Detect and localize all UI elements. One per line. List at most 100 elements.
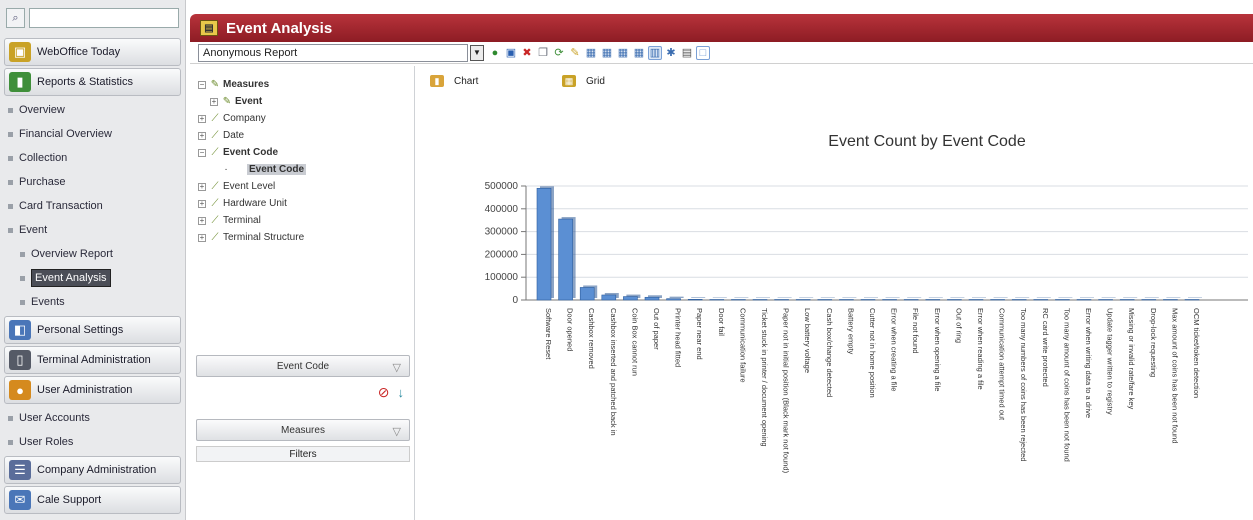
briefcase-icon: ▣	[9, 42, 31, 62]
section-personal-settings[interactable]: ◧ Personal Settings	[4, 316, 181, 344]
bar	[1141, 299, 1157, 301]
tree-node-label: Measures	[223, 79, 270, 90]
expand-icon[interactable]: +	[198, 114, 206, 123]
expand-icon[interactable]: +	[198, 131, 206, 140]
copy-icon[interactable]: ❐	[536, 46, 550, 60]
bar-shadow	[1166, 297, 1181, 298]
edit-icon[interactable]: ✎	[568, 46, 582, 60]
chart-view-icon[interactable]: ▥	[648, 45, 662, 60]
expand-icon[interactable]: +	[198, 199, 206, 208]
tree-node-label: Event Level	[223, 181, 276, 192]
collapse-icon[interactable]: −	[198, 148, 206, 157]
section-cale-support[interactable]: ✉ Cale Support	[4, 486, 181, 514]
leaf-bullet-icon: ·	[224, 164, 228, 175]
x-tick-label: Low battery voltage	[803, 308, 812, 373]
export-icon[interactable]: ▦	[584, 46, 598, 60]
chevron-down-icon[interactable]: ▼	[470, 44, 484, 61]
save-icon[interactable]: ▣	[504, 46, 518, 60]
x-tick-label: Error when writing data to a drive	[1084, 308, 1093, 418]
sidebar-item-card-transaction[interactable]: Card Transaction	[0, 194, 185, 218]
sidebar-item-user-accounts[interactable]: User Accounts	[0, 406, 185, 430]
print-icon[interactable]: ▦	[632, 46, 646, 60]
bar	[752, 299, 768, 301]
section-company-administration[interactable]: ☰ Company Administration	[4, 456, 181, 484]
chart-panel: ▮ Chart ▦ Grid Event Count by Event Code…	[416, 66, 1253, 520]
tree-node[interactable]: − ✎ Measures	[198, 76, 306, 93]
tree-node[interactable]: + ⟋ Terminal Structure	[198, 229, 306, 246]
bar	[990, 299, 1005, 301]
chevron-down-icon[interactable]: ▽	[393, 425, 401, 438]
sort-down-icon[interactable]: ↓	[398, 385, 405, 400]
bar-shadow	[1036, 297, 1051, 298]
sidebar-item-overview[interactable]: Overview	[0, 98, 185, 122]
bar	[839, 299, 854, 301]
bar-shadow	[885, 297, 900, 298]
sidebar-item-event[interactable]: Event	[0, 218, 185, 242]
expand-icon[interactable]: +	[198, 182, 206, 191]
bar-shadow	[864, 297, 878, 298]
no-filter-icon[interactable]: ⊘	[378, 384, 390, 401]
bar-shadow	[1015, 297, 1030, 298]
bar	[1163, 299, 1178, 301]
fullscreen-icon[interactable]: □	[696, 45, 710, 60]
search-icon[interactable]: ⌕	[6, 8, 25, 28]
delete-icon[interactable]: ✖	[520, 46, 534, 60]
measures-drop-zone[interactable]: Measures ▽	[196, 419, 410, 441]
tree-node[interactable]: + ⟋ Terminal	[198, 212, 306, 229]
bar	[579, 287, 595, 301]
filters-drop-zone[interactable]: Filters	[196, 446, 410, 462]
sidebar-item-financial-overview[interactable]: Financial Overview	[0, 122, 185, 146]
sidebar-item-user-roles[interactable]: User Roles	[0, 430, 185, 454]
chevron-down-icon[interactable]: ▽	[393, 361, 401, 374]
refresh-icon[interactable]: ⟳	[552, 46, 566, 60]
sidebar-item-overview-report[interactable]: Overview Report	[0, 242, 185, 266]
settings-icon[interactable]: ✱	[664, 46, 678, 60]
sidebar-item-event-analysis[interactable]: Event Analysis	[0, 266, 185, 290]
sidebar: ⌕ ▣ WebOffice Today ▮ Reports & Statisti…	[0, 0, 186, 520]
bar-shadow	[756, 297, 770, 298]
y-tick-label: 400000	[485, 204, 519, 215]
report-select[interactable]: Anonymous Report	[198, 43, 468, 62]
x-tick-label: Too many numbers of coins has been rejec…	[1019, 308, 1028, 461]
collapse-icon[interactable]: −	[198, 80, 206, 89]
expand-icon[interactable]: +	[198, 216, 206, 225]
tree-node[interactable]: + ⟋ Company	[198, 110, 306, 127]
export-pdf-icon[interactable]: ▦	[616, 46, 630, 60]
expand-icon[interactable]: +	[198, 233, 206, 242]
tree-node[interactable]: + ⟋ Date	[198, 127, 306, 144]
section-reports-statistics[interactable]: ▮ Reports & Statistics	[4, 68, 181, 96]
bar	[774, 299, 789, 301]
tree-node[interactable]: + ⟋ Event Level	[198, 178, 306, 195]
tree-node[interactable]: − ⟋ Event Code	[198, 144, 306, 161]
tree-node-label: Event Code	[223, 147, 279, 158]
tree-node[interactable]: + ⟋ Hardware Unit	[198, 195, 306, 212]
bar-chart-icon: ▮	[9, 72, 31, 92]
sidebar-item-events[interactable]: Events	[0, 290, 185, 314]
x-tick-label: File not found	[911, 308, 920, 353]
x-tick-label: Ticket stuck in printer / document openi…	[760, 308, 769, 447]
tree-node[interactable]: · Event Code	[198, 161, 307, 178]
layout-icon[interactable]: ▤	[680, 46, 694, 60]
rows-drop-zone[interactable]: Event Code ▽	[196, 355, 410, 377]
bar-shadow	[1101, 297, 1116, 298]
x-tick-label: Error when creating a file	[890, 308, 899, 391]
run-icon[interactable]: ●	[488, 46, 502, 60]
section-weboffice-today[interactable]: ▣ WebOffice Today	[4, 38, 181, 66]
section-label: WebOffice Today	[37, 46, 121, 58]
export-excel-icon[interactable]: ▦	[600, 46, 614, 60]
section-terminal-administration[interactable]: ▯ Terminal Administration	[4, 346, 181, 374]
tree-node[interactable]: + ✎ Event	[198, 93, 306, 110]
bar	[1011, 299, 1027, 301]
company-icon: ☰	[9, 460, 31, 480]
section-user-administration[interactable]: ● User Administration	[4, 376, 181, 404]
sidebar-item-purchase[interactable]: Purchase	[0, 170, 185, 194]
sidebar-item-collection[interactable]: Collection	[0, 146, 185, 170]
x-tick-label: Too many amount of coins has been not fo…	[1062, 308, 1071, 462]
search-input[interactable]	[29, 8, 179, 28]
x-tick-label: Paper near end	[695, 308, 704, 360]
dimension-icon: ⟋	[211, 232, 219, 243]
chart-title: Event Count by Event Code	[828, 133, 1026, 150]
bar	[687, 299, 703, 301]
x-tick-label: Coin Box cannot run	[630, 308, 639, 376]
expand-icon[interactable]: +	[210, 97, 218, 106]
